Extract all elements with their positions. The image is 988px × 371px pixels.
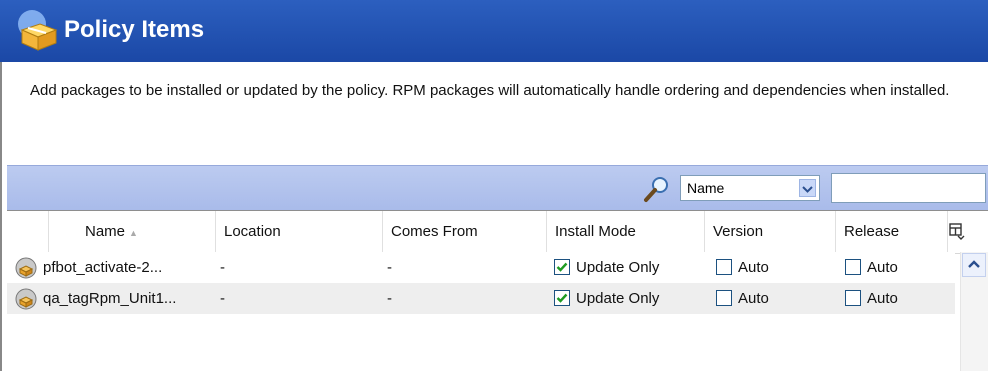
chevron-down-icon[interactable]: [799, 179, 816, 197]
column-chooser-icon[interactable]: [948, 222, 966, 240]
rpm-package-icon: [15, 257, 37, 279]
sort-ascending-icon: ▲: [129, 228, 138, 238]
panel-header: Policy Items: [0, 0, 988, 62]
table-header: Name ▲ Location Comes From Install Mode V…: [7, 210, 988, 254]
release-auto-label: Auto: [867, 259, 898, 276]
table-row[interactable]: qa_tagRpm_Unit1... - - Update Only Auto …: [7, 283, 955, 314]
install-mode-label: Update Only: [576, 290, 660, 307]
filter-text-input[interactable]: [831, 173, 986, 203]
column-header-install-mode[interactable]: Install Mode: [547, 211, 705, 253]
row-comes-from: -: [387, 290, 392, 307]
row-comes-from: -: [387, 259, 392, 276]
version-auto-checkbox[interactable]: [716, 290, 732, 306]
scroll-up-button[interactable]: [962, 253, 986, 277]
release-auto-checkbox[interactable]: [845, 259, 861, 275]
header-icon-column: [7, 211, 49, 253]
release-auto-checkbox[interactable]: [845, 290, 861, 306]
row-name: pfbot_activate-2...: [43, 259, 163, 276]
checkmark-icon: [556, 262, 568, 272]
column-header-release[interactable]: Release: [836, 211, 948, 253]
description-text: Add packages to be installed or updated …: [30, 82, 950, 99]
magnifier-icon[interactable]: [641, 174, 673, 204]
column-header-name-label: Name: [85, 223, 126, 240]
column-header-name[interactable]: Name ▲: [49, 211, 216, 253]
install-mode-label: Update Only: [576, 259, 660, 276]
checkmark-icon: [556, 293, 568, 303]
table-row[interactable]: pfbot_activate-2... - - Update Only Auto…: [7, 252, 955, 283]
row-name: qa_tagRpm_Unit1...: [43, 290, 177, 307]
row-location: -: [220, 259, 225, 276]
filter-field-value: Name: [687, 180, 725, 196]
page-title: Policy Items: [64, 16, 205, 43]
column-header-location[interactable]: Location: [216, 211, 383, 253]
table-empty-area: [7, 314, 960, 371]
version-auto-checkbox[interactable]: [716, 259, 732, 275]
row-location: -: [220, 290, 225, 307]
column-header-version[interactable]: Version: [705, 211, 836, 253]
column-header-comes-from[interactable]: Comes From: [383, 211, 547, 253]
filter-field-select[interactable]: Name: [680, 175, 820, 201]
version-auto-label: Auto: [738, 259, 769, 276]
chevron-up-icon: [968, 260, 980, 268]
install-mode-checkbox[interactable]: [554, 290, 570, 306]
package-box-icon: [18, 10, 58, 51]
rpm-package-icon: [15, 288, 37, 310]
release-auto-label: Auto: [867, 290, 898, 307]
install-mode-checkbox[interactable]: [554, 259, 570, 275]
version-auto-label: Auto: [738, 290, 769, 307]
